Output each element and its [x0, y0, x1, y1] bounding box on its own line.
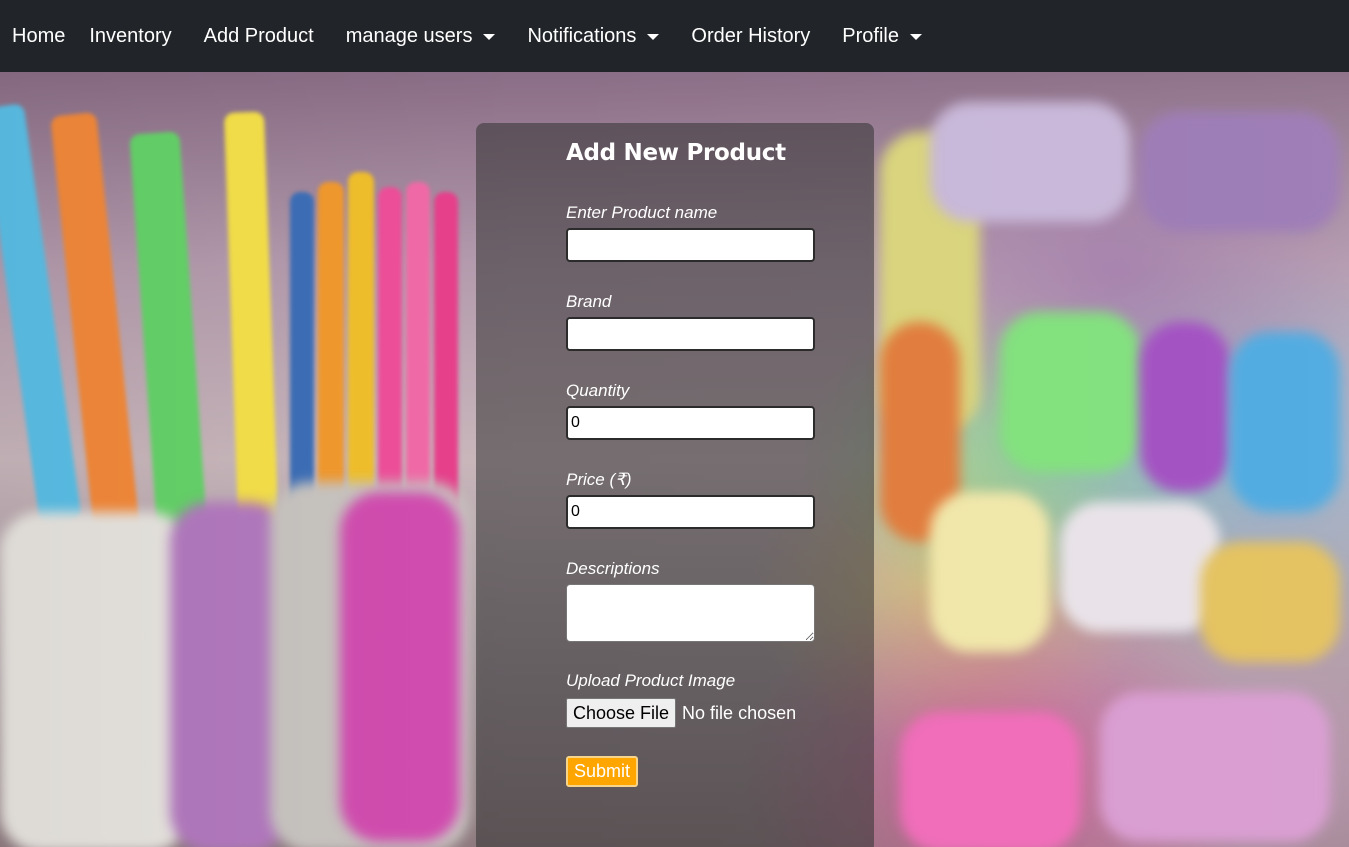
nav-home-label: Home — [12, 24, 66, 47]
quantity-input[interactable] — [566, 406, 815, 440]
caret-down-icon — [483, 33, 496, 40]
nav-inventory[interactable]: Inventory — [89, 25, 171, 48]
caret-down-icon — [910, 33, 922, 40]
brand-label: Brand — [566, 292, 612, 311]
nav-order-history[interactable]: Order History — [691, 25, 810, 48]
brand-input[interactable] — [566, 317, 815, 351]
form-title: Add New Product — [566, 140, 786, 166]
file-status-text: No file chosen — [682, 702, 797, 723]
nav-home[interactable]: Home — [12, 25, 65, 48]
file-input: Choose File No file chosen — [566, 698, 796, 728]
descriptions-textarea[interactable] — [566, 584, 815, 642]
nav-add-product[interactable]: Add Product — [204, 25, 314, 48]
descriptions-label: Descriptions — [566, 559, 660, 578]
nav-notifications-dropdown[interactable]: Notifications — [527, 24, 660, 48]
nav-profile-label: Profile — [842, 24, 899, 47]
choose-file-button[interactable]: Choose File — [566, 698, 677, 728]
nav-notifications-label: Notifications — [527, 24, 637, 47]
product-name-label: Enter Product name — [566, 203, 718, 222]
price-label: Price (₹) — [566, 470, 632, 489]
nav-add-product-label: Add Product — [203, 24, 314, 47]
nav-inventory-label: Inventory — [89, 24, 172, 47]
nav-profile-dropdown[interactable]: Profile — [842, 25, 922, 48]
nav-manage-users-dropdown[interactable]: manage users — [346, 25, 496, 48]
submit-button[interactable]: Submit — [566, 756, 639, 787]
top-navbar: Home Inventory Add Product manage users … — [0, 0, 1349, 72]
quantity-label: Quantity — [566, 381, 630, 400]
add-product-form-card: Add New Product Enter Product name Brand… — [476, 123, 874, 847]
upload-image-label: Upload Product Image — [566, 671, 736, 690]
nav-manage-users-label: manage users — [345, 24, 473, 47]
product-name-input[interactable] — [566, 228, 815, 262]
price-input[interactable] — [566, 495, 815, 529]
nav-order-history-label: Order History — [691, 24, 811, 47]
caret-down-icon — [647, 33, 660, 40]
